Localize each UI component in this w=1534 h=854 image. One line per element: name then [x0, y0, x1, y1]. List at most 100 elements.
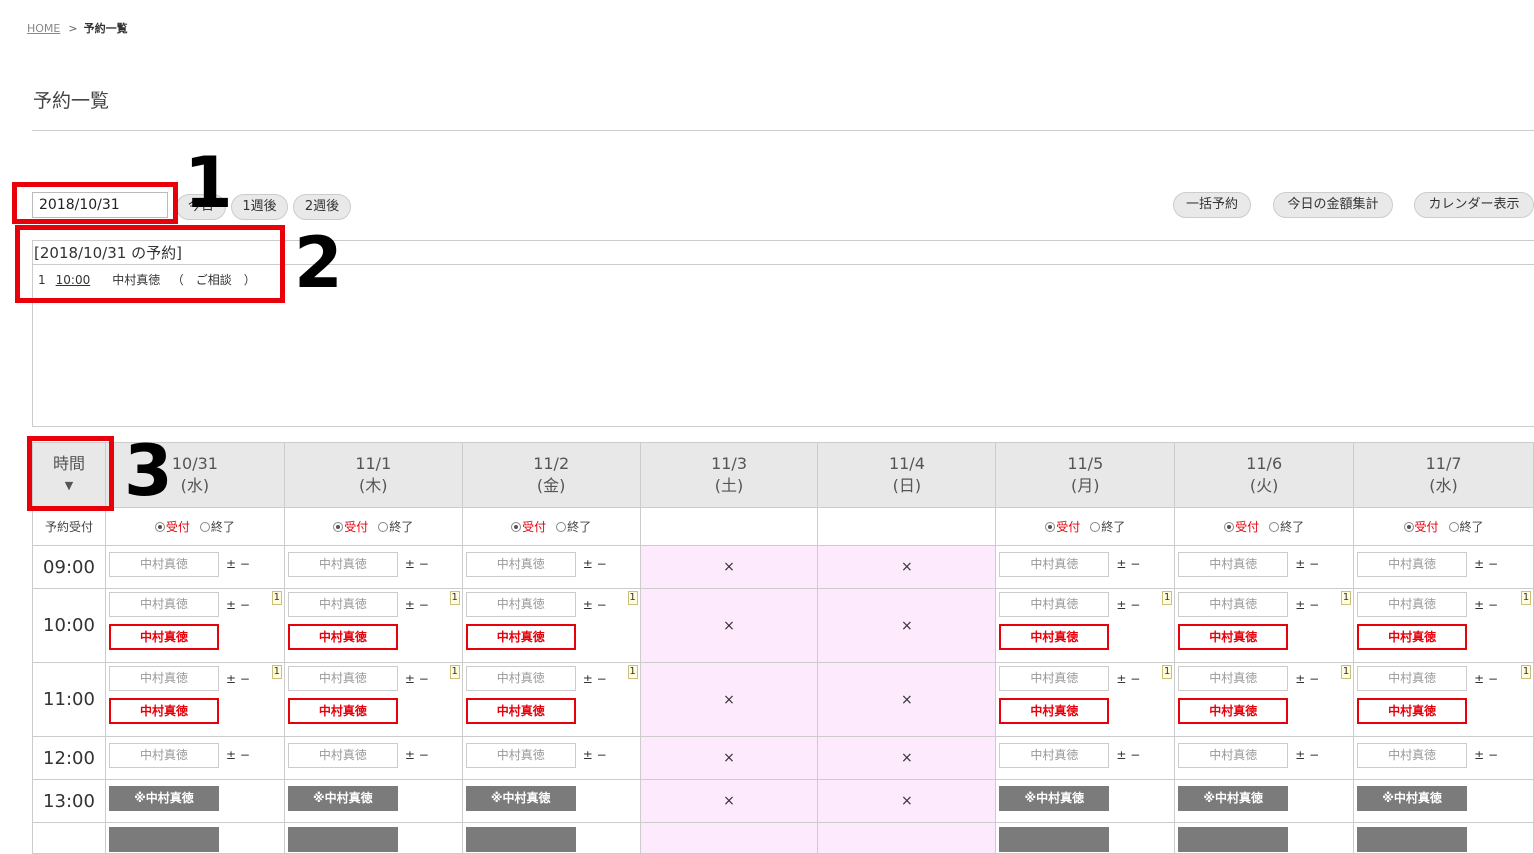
plus-minus-control[interactable]: ± −: [1295, 672, 1319, 686]
name-input[interactable]: 中村真徳: [999, 592, 1110, 617]
fixed-reservation[interactable]: [1178, 827, 1289, 852]
accept-on-radio[interactable]: [1224, 522, 1235, 532]
plus-minus-control[interactable]: ± −: [1474, 557, 1498, 571]
breadcrumb-home-link[interactable]: HOME: [27, 22, 60, 35]
fixed-reservation[interactable]: ※中村真徳: [465, 786, 576, 811]
name-input[interactable]: 中村真徳: [465, 666, 576, 691]
slot-cell: 中村真徳 ± −: [995, 736, 1176, 780]
plus-minus-control[interactable]: ± −: [226, 748, 250, 762]
plus-minus-control[interactable]: ± −: [1474, 748, 1498, 762]
name-input[interactable]: 中村真徳: [465, 552, 576, 577]
name-input[interactable]: 中村真徳: [287, 552, 398, 577]
plus-minus-control[interactable]: ± −: [405, 598, 429, 612]
accept-on-radio[interactable]: [1403, 522, 1414, 532]
fixed-reservation[interactable]: [108, 827, 219, 852]
plus-minus-control[interactable]: ± −: [1474, 672, 1498, 686]
booked-name[interactable]: 中村真徳: [108, 698, 219, 724]
slot-cell: [104, 822, 285, 854]
plus-minus-control[interactable]: ± −: [1116, 672, 1140, 686]
plus-minus-control[interactable]: ± −: [226, 598, 250, 612]
slot-cell: 中村真徳 ± −: [461, 545, 641, 589]
name-input[interactable]: 中村真徳: [999, 666, 1110, 691]
time-row: 12:00 中村真徳 ± − 中村真徳 ± − 中村真徳 ± − × × 中村真徳 ± − 中村真徳 ±…: [32, 736, 1534, 780]
fixed-reservation[interactable]: ※中村真徳: [1178, 786, 1289, 811]
accept-off-radio[interactable]: [378, 522, 389, 532]
breadcrumb-current: 予約一覧: [83, 22, 128, 35]
fixed-reservation[interactable]: [287, 827, 398, 852]
accept-on-radio[interactable]: [511, 522, 522, 532]
name-input[interactable]: 中村真徳: [108, 743, 219, 768]
accept-off-radio[interactable]: [1269, 522, 1280, 532]
plus-minus-control[interactable]: ± −: [1116, 598, 1140, 612]
name-input[interactable]: 中村真徳: [108, 592, 219, 617]
slot-cell: ※中村真徳: [1174, 779, 1355, 823]
daily-total-button[interactable]: 今日の金額集計: [1273, 192, 1393, 218]
booked-name[interactable]: 中村真徳: [465, 698, 576, 724]
fixed-reservation[interactable]: ※中村真徳: [999, 786, 1110, 811]
plus-minus-control[interactable]: ± −: [1295, 598, 1319, 612]
accept-on-radio[interactable]: [154, 522, 165, 532]
plus-minus-control[interactable]: ± −: [1116, 748, 1140, 762]
calendar-view-button[interactable]: カレンダー表示: [1414, 192, 1534, 218]
name-input[interactable]: 中村真徳: [999, 743, 1110, 768]
plus-minus-control[interactable]: ± −: [583, 748, 607, 762]
plus-minus-control[interactable]: ± −: [583, 557, 607, 571]
booked-name[interactable]: 中村真徳: [1357, 624, 1468, 650]
name-input[interactable]: 中村真徳: [1178, 552, 1289, 577]
plus-minus-control[interactable]: ± −: [1295, 748, 1319, 762]
one-week-later-button[interactable]: 1週後: [231, 194, 288, 220]
name-input[interactable]: 中村真徳: [1178, 743, 1289, 768]
name-input[interactable]: 中村真徳: [1178, 666, 1289, 691]
booked-name[interactable]: 中村真徳: [999, 698, 1110, 724]
accept-off-radio[interactable]: [199, 522, 210, 532]
booked-name[interactable]: 中村真徳: [999, 624, 1110, 650]
fixed-reservation[interactable]: [999, 827, 1110, 852]
name-input[interactable]: 中村真徳: [1357, 592, 1468, 617]
plus-minus-control[interactable]: ± −: [405, 672, 429, 686]
name-input[interactable]: 中村真徳: [108, 666, 219, 691]
accept-on-radio[interactable]: [333, 522, 344, 532]
booked-name[interactable]: 中村真徳: [465, 624, 576, 650]
accept-off-radio[interactable]: [1448, 522, 1459, 532]
page-title: 予約一覧: [33, 90, 110, 112]
name-input[interactable]: 中村真徳: [108, 552, 219, 577]
name-input[interactable]: 中村真徳: [1357, 552, 1468, 577]
bulk-reservation-button[interactable]: 一括予約: [1173, 192, 1251, 218]
name-input[interactable]: 中村真徳: [999, 552, 1110, 577]
fixed-reservation[interactable]: ※中村真徳: [108, 786, 219, 811]
booked-name[interactable]: 中村真徳: [287, 624, 398, 650]
plus-minus-control[interactable]: ± −: [226, 672, 250, 686]
fixed-reservation[interactable]: [465, 827, 576, 852]
plus-minus-control[interactable]: ± −: [405, 557, 429, 571]
plus-minus-control[interactable]: ± −: [1474, 598, 1498, 612]
name-input[interactable]: 中村真徳: [287, 592, 398, 617]
name-input[interactable]: 中村真徳: [287, 666, 398, 691]
fixed-reservation[interactable]: ※中村真徳: [287, 786, 398, 811]
time-row: 09:00 中村真徳 ± − 中村真徳 ± − 中村真徳 ± − × × 中村真徳 ± − 中村真徳 ±…: [32, 545, 1534, 589]
booked-name[interactable]: 中村真徳: [108, 624, 219, 650]
name-input[interactable]: 中村真徳: [1357, 743, 1468, 768]
plus-minus-control[interactable]: ± −: [583, 672, 607, 686]
accept-on-radio[interactable]: [1045, 522, 1056, 532]
booked-name[interactable]: 中村真徳: [1357, 698, 1468, 724]
plus-minus-control[interactable]: ± −: [1295, 557, 1319, 571]
booked-name[interactable]: 中村真徳: [1178, 698, 1289, 724]
plus-minus-control[interactable]: ± −: [226, 557, 250, 571]
plus-minus-control[interactable]: ± −: [1116, 557, 1140, 571]
two-weeks-later-button[interactable]: 2週後: [293, 194, 351, 220]
fixed-reservation[interactable]: [1357, 827, 1468, 852]
plus-minus-control[interactable]: ± −: [405, 748, 429, 762]
name-input[interactable]: 中村真徳: [465, 743, 576, 768]
name-input[interactable]: 中村真徳: [465, 592, 576, 617]
name-input[interactable]: 中村真徳: [1357, 666, 1468, 691]
fixed-reservation[interactable]: ※中村真徳: [1357, 786, 1468, 811]
plus-minus-control[interactable]: ± −: [583, 598, 607, 612]
accept-off-radio[interactable]: [556, 522, 567, 532]
day-date: 11/4: [888, 454, 925, 473]
booked-name[interactable]: 中村真徳: [287, 698, 398, 724]
name-input[interactable]: 中村真徳: [287, 743, 398, 768]
accept-off-radio[interactable]: [1090, 522, 1101, 532]
name-input[interactable]: 中村真徳: [1178, 592, 1289, 617]
booked-name[interactable]: 中村真徳: [1178, 624, 1289, 650]
accept-off-label: 終了: [567, 520, 592, 534]
